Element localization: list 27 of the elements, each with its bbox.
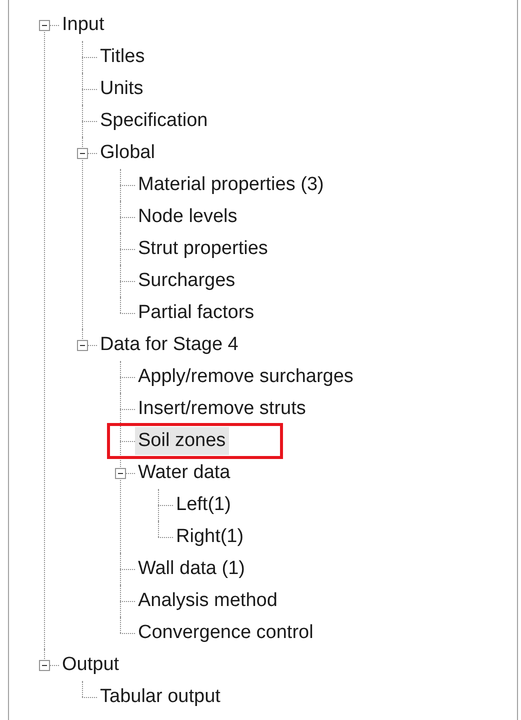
tree-item[interactable]: Right(1): [173, 523, 247, 551]
tree-item[interactable]: Data for Stage 4: [97, 331, 242, 359]
tree-item[interactable]: Strut properties: [135, 235, 271, 263]
tree-item[interactable]: Surcharges: [135, 267, 238, 295]
tree-item[interactable]: Input: [59, 11, 108, 39]
tree-item[interactable]: Global: [97, 139, 158, 167]
tree-item[interactable]: Material properties (3): [135, 171, 327, 199]
tree-item[interactable]: Output: [59, 651, 122, 679]
tree-item[interactable]: Node levels: [135, 203, 240, 231]
collapse-icon[interactable]: [76, 148, 88, 158]
tree-item[interactable]: Units: [97, 75, 146, 103]
tree-item[interactable]: Titles: [97, 43, 148, 71]
tree-item[interactable]: Partial factors: [135, 299, 258, 327]
tree-item[interactable]: Water data: [135, 459, 234, 487]
tree-item[interactable]: Apply/remove surcharges: [135, 363, 356, 391]
collapse-icon[interactable]: [76, 340, 88, 350]
tree-item[interactable]: Tabular output: [97, 683, 224, 711]
tree-item[interactable]: Convergence control: [135, 619, 316, 647]
tree-item[interactable]: Soil zones: [135, 427, 229, 455]
tree-item[interactable]: Insert/remove struts: [135, 395, 309, 423]
tree-item[interactable]: Analysis method: [135, 587, 280, 615]
collapse-icon[interactable]: [38, 20, 50, 30]
tree-item[interactable]: Left(1): [173, 491, 234, 519]
tree-item[interactable]: Wall data (1): [135, 555, 248, 583]
tree-item[interactable]: Specification: [97, 107, 211, 135]
collapse-icon[interactable]: [38, 660, 50, 670]
collapse-icon[interactable]: [114, 468, 126, 478]
